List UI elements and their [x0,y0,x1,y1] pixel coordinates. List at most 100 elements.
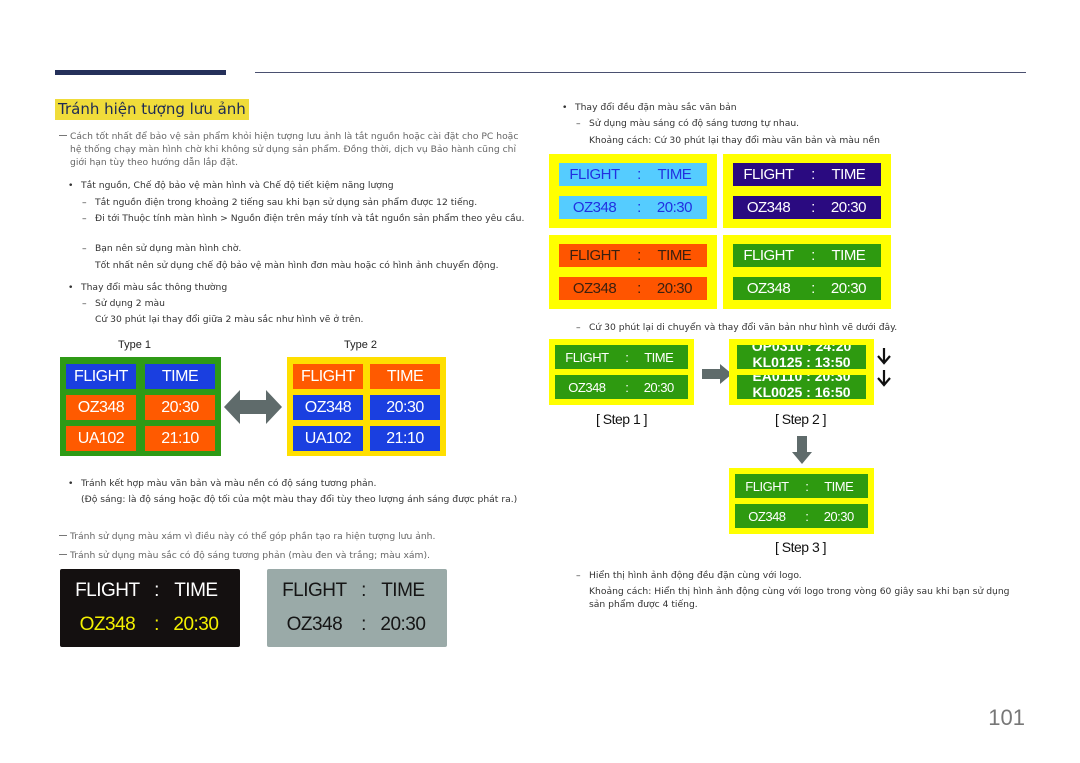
type2-label: Type 2 [344,339,378,351]
separator-text: : [625,349,629,365]
separator-text: : [637,247,641,264]
time-text: TIME [831,166,866,183]
board-row: OZ348:20:30 [735,504,868,528]
power-item-2: Đi tới Thuộc tính màn hình > Nguồn điện … [82,212,530,225]
time-text: 20:30 [823,508,855,524]
time-text: TIME [657,247,692,264]
header-rule [255,72,1026,73]
table-cell: TIME [145,364,215,389]
time-text: 20:30 [173,614,219,635]
color-board-green: FLIGHT: TIME OZ348:20:30 [723,235,891,309]
header-accent-bar [55,70,226,75]
time-text: 20:30 [656,199,693,216]
gray-contrast-board: FLIGHT: TIME OZ348:20:30 [267,569,447,647]
separator-text: : [637,199,641,216]
time-text: 20:30 [830,199,867,216]
color-board-cyan: FLIGHT: TIME OZ348:20:30 [549,154,717,228]
double-arrow-icon [224,390,282,424]
board-row: FLIGHT: TIME [275,577,439,605]
flight-text: FLIGHT [282,580,347,601]
right-arrow-icon [702,364,732,384]
time-text: TIME [824,478,854,494]
power-item-3: Bạn nên sử dụng màn hình chờ. [82,242,530,255]
color-board-orange: FLIGHT: TIME OZ348:20:30 [549,235,717,309]
scrolling-row: EA0110 : 20:30 KL0025 : 16:50 [737,375,866,399]
flight-text: FLIGHT [569,247,620,264]
flight-text: OZ348 [572,280,617,297]
text-color-item-3: Hiển thị hình ảnh động đều đặn cùng với … [576,569,1019,582]
type1-label: Type 1 [118,339,152,351]
power-item-3-detail: Tốt nhất nên sử dụng chế độ bảo vệ màn h… [95,260,499,271]
separator-text: : [805,478,809,494]
color-board-indigo: FLIGHT: TIME OZ348:20:30 [723,154,891,228]
board-row: OZ348:20:30 [555,375,688,399]
scrolling-row: OP0310 : 24:20 KL0125 : 13:50 [737,345,866,369]
time-text: TIME [657,166,692,183]
board-row: FLIGHT: TIME [733,244,881,267]
dark-contrast-board: FLIGHT: TIME OZ348:20:30 [60,569,240,647]
separator-text: : [637,166,641,183]
text-color-item-1-detail: Khoảng cách: Cứ 30 phút lại thay đổi màu… [589,135,880,146]
flight-text: OZ348 [286,614,343,635]
table-cell: FLIGHT [66,364,136,389]
flight-text: FLIGHT [565,349,609,365]
down-arrows-icon [877,348,891,387]
separator-text: : [805,508,809,524]
flight-text: OZ348 [79,614,136,635]
text-color-item-1: Sử dụng màu sáng có độ sáng tương tự nha… [576,117,1019,130]
separator-text: : [154,614,159,635]
separator-text: : [811,247,815,264]
board-row: OZ348:20:30 [559,196,707,219]
separator-text: : [361,580,366,601]
text-color-item-2: Cứ 30 phút lại di chuyển và thay đổi văn… [576,321,1019,334]
board-row: OZ348:20:30 [68,611,232,639]
separator-text: : [361,614,366,635]
board-row: OZ348:20:30 [733,277,881,300]
flight-text: OZ348 [748,508,786,524]
table-cell: UA102 [66,426,136,451]
time-text: TIME [644,349,674,365]
power-item-1: Tắt nguồn điện trong khoảng 2 tiếng sau … [82,196,530,209]
flight-text: FLIGHT [569,166,620,183]
intro-note: Cách tốt nhất để bảo vệ sản phẩm khỏi hi… [59,130,530,169]
bullet-color-change: Thay đổi màu sắc thông thường [68,281,531,294]
separator-text: : [811,280,815,297]
separator-text: : [811,166,815,183]
table-cell: 21:10 [145,426,215,451]
table-cell: FLIGHT [293,364,363,389]
step1-board: FLIGHT: TIME OZ348:20:30 [549,339,694,405]
flight-text: OZ348 [746,280,791,297]
table-cell: 21:10 [370,426,440,451]
flight-line: EA0110 : 20:30 [752,375,851,384]
step1-label: [ Step 1 ] [596,411,648,427]
down-arrow-icon [792,436,812,464]
board-row: OZ348:20:30 [733,196,881,219]
separator-text: : [811,199,815,216]
board-row: FLIGHT: TIME [555,345,688,369]
note-contrast: Tránh sử dụng màu sắc có độ sáng tương p… [59,549,530,562]
table-cell: TIME [370,364,440,389]
type2-board: FLIGHT TIME OZ348 20:30 UA102 21:10 [287,357,446,456]
board-row: OZ348:20:30 [559,277,707,300]
step3-board: FLIGHT: TIME OZ348:20:30 [729,468,874,534]
table-cell: OZ348 [293,395,363,420]
time-text: 20:30 [656,280,693,297]
flight-text: FLIGHT [745,478,789,494]
flight-line: KL0125 : 13:50 [752,354,851,369]
time-text: TIME [174,580,218,601]
step2-board: OP0310 : 24:20 KL0125 : 13:50 EA0110 : 20:… [729,339,874,405]
color-item-1-detail: Cứ 30 phút lại thay đổi giữa 2 màu sắc n… [95,314,364,325]
page-number: 101 [988,705,1025,730]
separator-text: : [637,280,641,297]
board-row: FLIGHT: TIME [68,577,232,605]
flight-text: OZ348 [746,199,791,216]
color-item-1: Sử dụng 2 màu [82,297,530,310]
separator-text: : [154,580,159,601]
flight-text: OZ348 [572,199,617,216]
flight-text: OZ348 [568,379,606,395]
flight-text: FLIGHT [743,247,794,264]
note-gray: Tránh sử dụng màu xám vì điều này có thể… [59,530,530,543]
section-title: Tránh hiện tượng lưu ảnh [55,99,249,120]
contrast-detail: (Độ sáng: là độ sáng hoặc độ tối của một… [81,494,518,505]
flight-text: FLIGHT [743,166,794,183]
